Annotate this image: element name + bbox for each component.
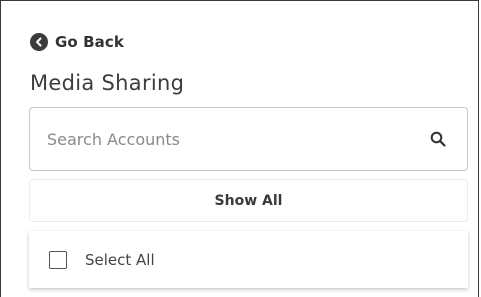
search-input[interactable] [47,129,429,149]
select-all-checkbox[interactable] [49,250,67,269]
select-all-row: Select All [29,231,468,288]
back-chevron-icon [30,33,48,51]
go-back-label: Go Back [55,33,124,51]
search-field [29,107,468,171]
page-title: Media Sharing [30,71,185,95]
show-all-button[interactable]: Show All [29,179,468,222]
media-sharing-panel: Go Back Media Sharing Show All Select Al… [0,0,479,297]
select-all-label[interactable]: Select All [85,251,155,269]
search-icon[interactable] [429,130,447,148]
go-back-button[interactable]: Go Back [30,31,124,53]
